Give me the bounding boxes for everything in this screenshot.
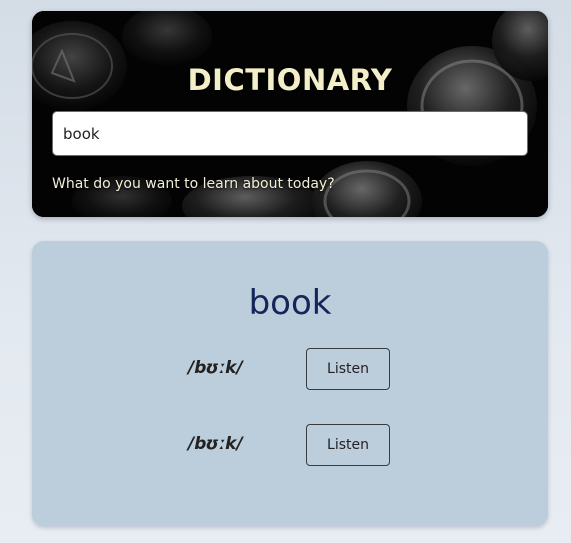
listen-button[interactable]: Listen: [306, 424, 390, 466]
phonetic-text: /bʊːk/: [188, 434, 243, 454]
phonetic-row: /bʊːk/ Listen: [32, 348, 548, 392]
search-hint: What do you want to learn about today?: [52, 176, 335, 192]
header-card: DICTIONARY What do you want to learn abo…: [32, 11, 548, 217]
search-input[interactable]: [52, 111, 528, 156]
result-card: book /bʊːk/ Listen /bʊːk/ Listen: [32, 241, 548, 526]
search-box: [52, 111, 528, 156]
app-title: DICTIONARY: [187, 63, 393, 97]
phonetic-text: /bʊːk/: [188, 358, 243, 378]
listen-button[interactable]: Listen: [306, 348, 390, 390]
word-heading: book: [248, 283, 332, 323]
phonetic-row: /bʊːk/ Listen: [32, 424, 548, 468]
